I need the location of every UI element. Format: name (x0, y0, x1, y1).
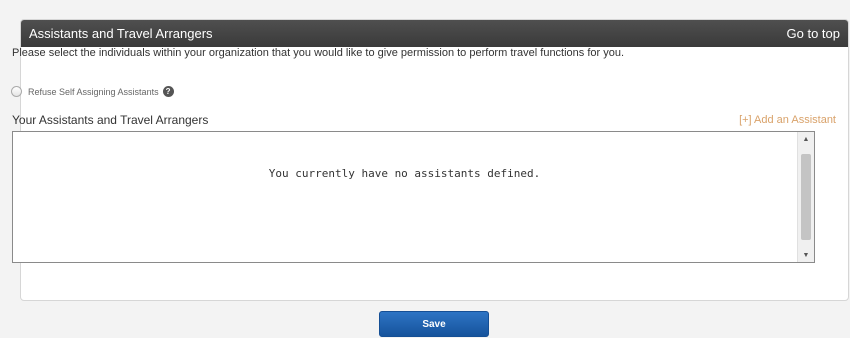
save-button[interactable]: Save (379, 311, 489, 337)
refuse-self-assigning-checkbox[interactable] (11, 86, 22, 97)
empty-assistants-message: You currently have no assistants defined… (268, 167, 541, 180)
list-scrollbar[interactable]: ▲ ▼ (797, 132, 814, 262)
scroll-up-arrow-icon[interactable]: ▲ (798, 132, 814, 146)
permission-description: Please select the individuals within you… (12, 47, 625, 59)
scroll-down-arrow-icon[interactable]: ▼ (798, 248, 814, 262)
assistants-list: You currently have no assistants defined… (12, 131, 815, 263)
help-icon[interactable]: ? (162, 86, 174, 97)
panel-title: Assistants and Travel Arrangers (29, 26, 213, 41)
scroll-thumb[interactable] (801, 154, 811, 240)
go-to-top-link[interactable]: Go to top (787, 26, 840, 41)
refuse-self-assigning-label: Refuse Self Assigning Assistants (28, 86, 159, 97)
assistants-section-title: Your Assistants and Travel Arrangers (12, 113, 209, 127)
refuse-self-assigning-row: Refuse Self Assigning Assistants ? (11, 86, 174, 97)
panel-header: Assistants and Travel Arrangers Go to to… (21, 20, 848, 47)
add-assistant-link[interactable]: [+] Add an Assistant (739, 114, 836, 126)
